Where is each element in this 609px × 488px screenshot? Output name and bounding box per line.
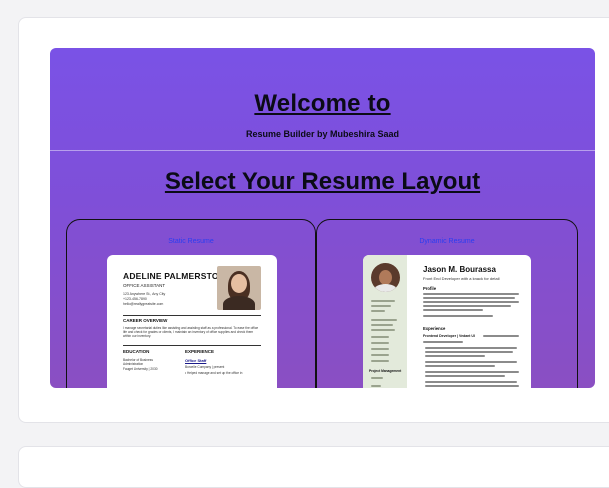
app-subtitle: Resume Builder by Mubeshira Saad: [245, 129, 400, 139]
preview-name: Jason M. Bourassa: [423, 265, 496, 274]
static-resume-option[interactable]: Static Resume ADELINE PALMERSTON OFFICE …: [66, 219, 316, 388]
preview-divider: [123, 345, 261, 346]
preview-experience-line: Borcelle Company | present: [185, 365, 225, 369]
static-resume-preview[interactable]: ADELINE PALMERSTON OFFICE ASSISTANT 123 …: [107, 255, 277, 388]
preview-education-line: Administration: [123, 362, 144, 366]
layout-select-heading: Select Your Resume Layout: [164, 168, 481, 195]
preview-sidebar: Project Management: [363, 255, 407, 388]
preview-tagline: Front End Developer with a knack for det…: [423, 276, 500, 281]
preview-side-section: Project Management: [369, 369, 402, 373]
preview-education-line: Fauget University | 2030: [123, 367, 158, 371]
preview-experience-role: Frontend Developer | Vedant UI: [423, 334, 475, 338]
preview-overview-text: I manage secretarial duties like assisti…: [123, 326, 259, 339]
dynamic-resume-label[interactable]: Dynamic Resume: [317, 238, 577, 245]
preview-experience-line: • Helped manage and set up the office in: [185, 371, 243, 375]
welcome-heading: Welcome to: [254, 90, 391, 117]
static-resume-label[interactable]: Static Resume: [67, 238, 315, 245]
profile-photo: [217, 266, 261, 310]
preview-education-title: EDUCATION: [123, 349, 150, 354]
preview-profile-title: Profile: [423, 286, 437, 291]
divider: [50, 150, 595, 151]
dynamic-resume-option[interactable]: Dynamic Resume Project Management Jason …: [316, 219, 578, 388]
preview-experience-title: Experience: [423, 326, 446, 331]
dynamic-resume-preview[interactable]: Project Management Jason M. Bourassa Fro…: [363, 255, 531, 388]
preview-phone: +123-456-7890: [123, 297, 147, 301]
preview-role: OFFICE ASSISTANT: [123, 283, 166, 288]
preview-address: 123 Anywhere St., Any City: [123, 292, 166, 296]
profile-photo: [371, 263, 400, 292]
preview-overview-title: CAREER OVERVIEW: [123, 318, 168, 323]
preview-email: hello@reallygreatsite.com: [123, 302, 164, 306]
preview-experience-role: Office Staff: [185, 358, 207, 363]
preview-divider: [123, 315, 261, 316]
hero-banner: Welcome to Resume Builder by Mubeshira S…: [50, 48, 595, 388]
secondary-card: [18, 446, 609, 488]
preview-experience-title: EXPERIENCE: [185, 349, 215, 354]
preview-name: ADELINE PALMERSTON: [123, 271, 225, 281]
